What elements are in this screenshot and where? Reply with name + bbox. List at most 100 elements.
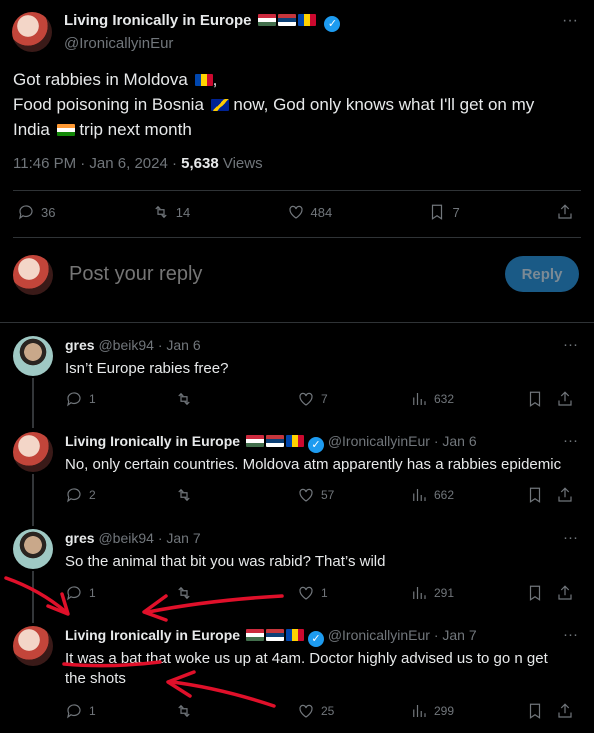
views-icon (413, 587, 426, 599)
bookmark-button[interactable] (526, 584, 556, 602)
author-handle[interactable]: @IronicallyinEur · Jan 6 (328, 433, 477, 449)
author-handle[interactable]: @IronicallyinEur (64, 35, 340, 52)
heart-icon (299, 392, 313, 406)
thread-line (32, 571, 34, 623)
views-count: 5,638 (181, 155, 219, 172)
india-flag-icon (56, 124, 75, 136)
reply-icon (19, 205, 33, 220)
reply-button[interactable]: 1 (65, 390, 175, 408)
like-button[interactable]: 57 (297, 486, 410, 504)
author-name[interactable]: Living Ironically in Europe (64, 12, 252, 29)
avatar[interactable] (12, 12, 52, 52)
bookmark-icon (529, 487, 541, 503)
repost-button[interactable]: 14 (152, 203, 190, 221)
share-icon (558, 204, 572, 219)
reply-count: 1 (89, 392, 96, 406)
author-name[interactable]: gres (65, 530, 95, 546)
moldova-flag-icon (297, 14, 316, 26)
share-icon (558, 391, 572, 406)
tweet-meta: 11:46 PM · Jan 6, 2024 · 5,638 Views (13, 155, 263, 172)
reply-text: So the animal that bit you was rabid? Th… (65, 553, 386, 570)
bookmark-count: 7 (452, 204, 460, 220)
heart-icon (288, 205, 303, 219)
avatar[interactable] (13, 626, 53, 666)
share-icon (558, 487, 572, 502)
avatar (13, 255, 53, 295)
like-button[interactable]: 484 (287, 203, 332, 221)
reply-count: 1 (89, 704, 96, 718)
repost-button[interactable] (175, 486, 297, 504)
reply-submit-button[interactable]: Reply (505, 256, 579, 292)
reply-actions: 2 57 662 (65, 486, 578, 504)
reply-icon (67, 488, 81, 503)
reply-text: Isn’t Europe rabies free? (65, 360, 229, 377)
repost-count: 14 (175, 204, 191, 220)
like-count: 25 (321, 704, 335, 718)
share-button[interactable] (556, 390, 574, 408)
serbia-flag-icon (265, 629, 284, 641)
avatar[interactable] (13, 336, 53, 376)
share-button[interactable] (556, 486, 574, 504)
timestamp[interactable]: 11:46 PM · Jan 6, 2024 · (13, 155, 181, 172)
more-options-icon[interactable]: ··· (563, 336, 578, 353)
repost-icon (155, 205, 167, 219)
bookmark-button[interactable]: 7 (428, 203, 460, 221)
repost-button[interactable] (175, 584, 297, 602)
like-count: 57 (321, 488, 335, 502)
repost-button[interactable] (175, 702, 297, 720)
reply-button[interactable]: 1 (65, 584, 175, 602)
reply-text: No, only certain countries. Moldova atm … (65, 456, 562, 473)
reply-icon (67, 392, 81, 407)
author-handle[interactable]: @IronicallyinEur · Jan 7 (328, 627, 477, 643)
views-button[interactable]: 291 (410, 584, 526, 602)
share-icon (558, 585, 572, 600)
bookmark-button[interactable] (526, 390, 556, 408)
reply-actions: 1 7 632 (65, 390, 578, 408)
views-label: Views (218, 155, 263, 172)
views-count: 291 (434, 586, 455, 600)
views-count: 662 (434, 488, 455, 502)
like-button[interactable]: 7 (297, 390, 410, 408)
views-button[interactable]: 662 (410, 486, 526, 504)
bookmark-button[interactable] (526, 702, 556, 720)
author-handle[interactable]: @beik94 · Jan 6 (98, 337, 200, 353)
views-icon (413, 393, 426, 405)
author-handle[interactable]: @beik94 · Jan 7 (98, 530, 200, 546)
author-name[interactable]: Living Ironically in Europe (65, 433, 240, 449)
views-button[interactable]: 632 (410, 390, 526, 408)
repost-icon (178, 586, 190, 600)
avatar[interactable] (13, 529, 53, 569)
more-options-icon[interactable]: ··· (563, 432, 578, 449)
more-options-icon[interactable]: ··· (563, 626, 578, 643)
reply-button[interactable]: 1 (65, 702, 175, 720)
share-button[interactable] (556, 203, 574, 221)
reply-composer: Reply (13, 254, 579, 296)
author-name[interactable]: gres (65, 337, 95, 353)
bookmark-button[interactable] (526, 486, 556, 504)
more-options-icon[interactable]: ··· (562, 12, 578, 30)
tweet-text: Got rabbies in Moldova , Food poisoning … (13, 70, 535, 139)
reply-icon (67, 704, 81, 719)
bookmark-icon (529, 585, 541, 601)
views-button[interactable]: 299 (410, 702, 526, 720)
serbia-flag-icon (265, 435, 284, 447)
bookmark-icon (529, 703, 541, 719)
reply-input[interactable] (67, 262, 471, 287)
reply-button[interactable]: 2 (65, 486, 175, 504)
hungary-flag-icon (257, 14, 276, 26)
share-button[interactable] (556, 584, 574, 602)
author-name[interactable]: Living Ironically in Europe (65, 627, 240, 643)
bosnia-flag-icon (210, 99, 229, 111)
repost-icon (178, 488, 190, 502)
reply-button[interactable]: 36 (17, 203, 55, 221)
divider (13, 190, 581, 191)
share-button[interactable] (556, 702, 574, 720)
avatar[interactable] (13, 432, 53, 472)
views-icon (413, 705, 426, 717)
more-options-icon[interactable]: ··· (563, 529, 578, 546)
moldova-flag-icon (194, 74, 213, 86)
like-button[interactable]: 25 (297, 702, 410, 720)
like-button[interactable]: 1 (297, 584, 410, 602)
repost-button[interactable] (175, 390, 297, 408)
moldova-flag-icon (285, 435, 304, 447)
